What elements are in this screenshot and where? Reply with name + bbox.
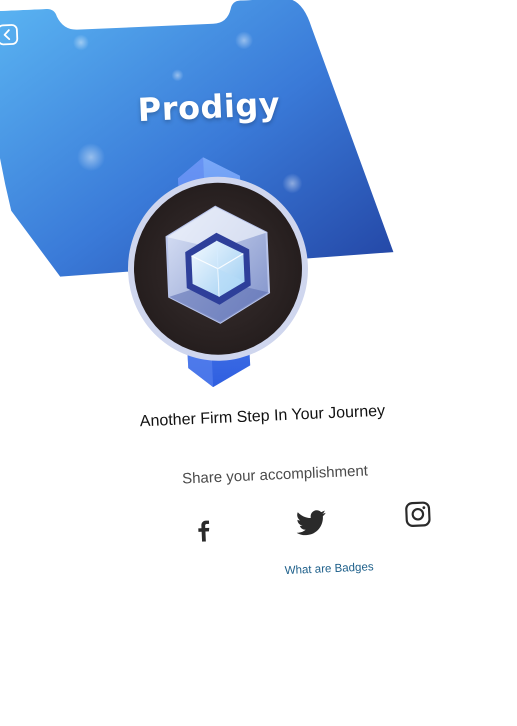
tagline: Another Firm Step In Your Journey — [139, 402, 386, 431]
share-label: Share your accomplishment — [181, 462, 369, 488]
social-share-row — [7, 494, 517, 557]
what-are-badges-link[interactable]: What are Badges — [249, 560, 409, 579]
back-button[interactable] — [0, 23, 19, 46]
twitter-share-button[interactable] — [292, 504, 330, 542]
badge-screen: Prodigy Another Firm Step In Your Journe… — [0, 0, 517, 726]
chevron-left-icon — [0, 24, 19, 46]
facebook-icon — [198, 520, 210, 542]
instagram-share-button[interactable] — [399, 495, 437, 533]
instagram-icon — [405, 501, 431, 527]
badge-medal — [127, 157, 308, 388]
facebook-share-button[interactable] — [185, 512, 223, 550]
twitter-icon — [296, 510, 326, 536]
